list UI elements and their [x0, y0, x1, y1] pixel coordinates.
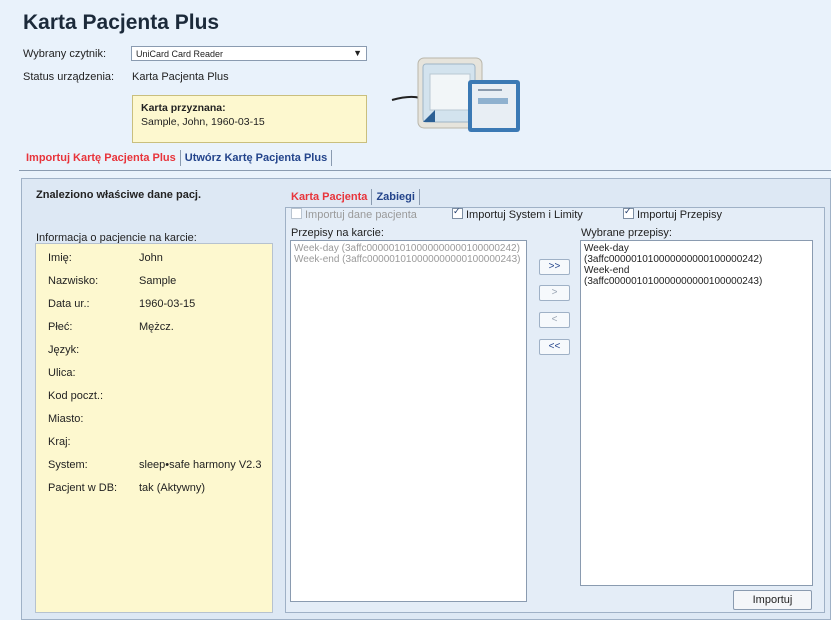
tab-treatments[interactable]: Zabiegi — [373, 189, 418, 205]
import-patient-checkbox[interactable] — [291, 208, 302, 219]
found-data-text: Znaleziono właściwe dane pacj. — [36, 189, 202, 201]
patient-info-box: Imię: John Nazwisko: Sample Data ur.: 1960-… — [35, 243, 273, 613]
move-all-right-button[interactable]: >> — [539, 259, 570, 275]
assigned-card-text: Sample, John, 1960-03-15 — [141, 116, 265, 128]
import-system-option[interactable]: Importuj System i Limity — [452, 206, 583, 221]
assigned-card-heading: Karta przyznana: — [141, 102, 226, 114]
chevron-down-icon: ▼ — [353, 48, 362, 58]
reader-select[interactable]: UniCard Card Reader ▼ — [131, 46, 367, 61]
move-all-left-button[interactable]: << — [539, 339, 570, 355]
list-item[interactable]: Week-day (3affc0000010100000000001000002… — [294, 243, 523, 254]
device-status-label: Status urządzenia: — [23, 71, 115, 83]
tab-separator — [418, 189, 420, 206]
import-patient-option[interactable]: Importuj dane pacjenta — [291, 208, 417, 221]
list-item[interactable]: Week-day (3affc0000010100000000001000002… — [584, 243, 809, 265]
reader-select-value: UniCard Card Reader — [136, 49, 224, 59]
selected-prescriptions-list[interactable]: Week-day (3affc0000010100000000001000002… — [580, 240, 813, 586]
tab-separator — [331, 150, 333, 167]
app-title: Karta Pacjenta Plus — [23, 11, 220, 34]
tab-patient-card[interactable]: Karta Pacjenta — [288, 189, 370, 205]
card-prescriptions-label: Przepisy na karcie: — [291, 227, 384, 239]
move-right-button[interactable]: > — [539, 285, 570, 301]
card-prescriptions-list[interactable]: Week-day (3affc0000010100000000001000002… — [290, 240, 527, 602]
import-button[interactable]: Importuj — [733, 590, 812, 610]
import-system-checkbox[interactable] — [452, 206, 463, 219]
tab-create-card[interactable]: Utwórz Kartę Pacjenta Plus — [182, 150, 330, 166]
main-tabs: Importuj Kartę Pacjenta Plus Utwórz Kartę… — [23, 150, 333, 170]
import-prescriptions-checkbox[interactable] — [623, 206, 634, 219]
tab-import-card[interactable]: Importuj Kartę Pacjenta Plus — [23, 150, 179, 166]
selected-prescriptions-label: Wybrane przepisy: — [581, 227, 672, 239]
assigned-card-box: Karta przyznana: Sample, John, 1960-03-1… — [132, 95, 367, 143]
device-status-value: Karta Pacjenta Plus — [132, 71, 229, 83]
tab-underline — [19, 170, 831, 171]
card-reader-icon — [391, 57, 520, 132]
tab-separator — [179, 150, 181, 167]
tab-separator — [371, 189, 373, 206]
reader-label: Wybrany czytnik: — [23, 48, 107, 60]
import-prescriptions-option[interactable]: Importuj Przepisy — [623, 206, 722, 221]
list-item[interactable]: Week-end (3affc0000010100000000001000002… — [294, 254, 523, 265]
list-item[interactable]: Week-end (3affc0000010100000000001000002… — [584, 265, 809, 287]
move-left-button[interactable]: < — [539, 312, 570, 328]
sub-tabs: Karta Pacjenta Zabiegi — [288, 189, 421, 206]
